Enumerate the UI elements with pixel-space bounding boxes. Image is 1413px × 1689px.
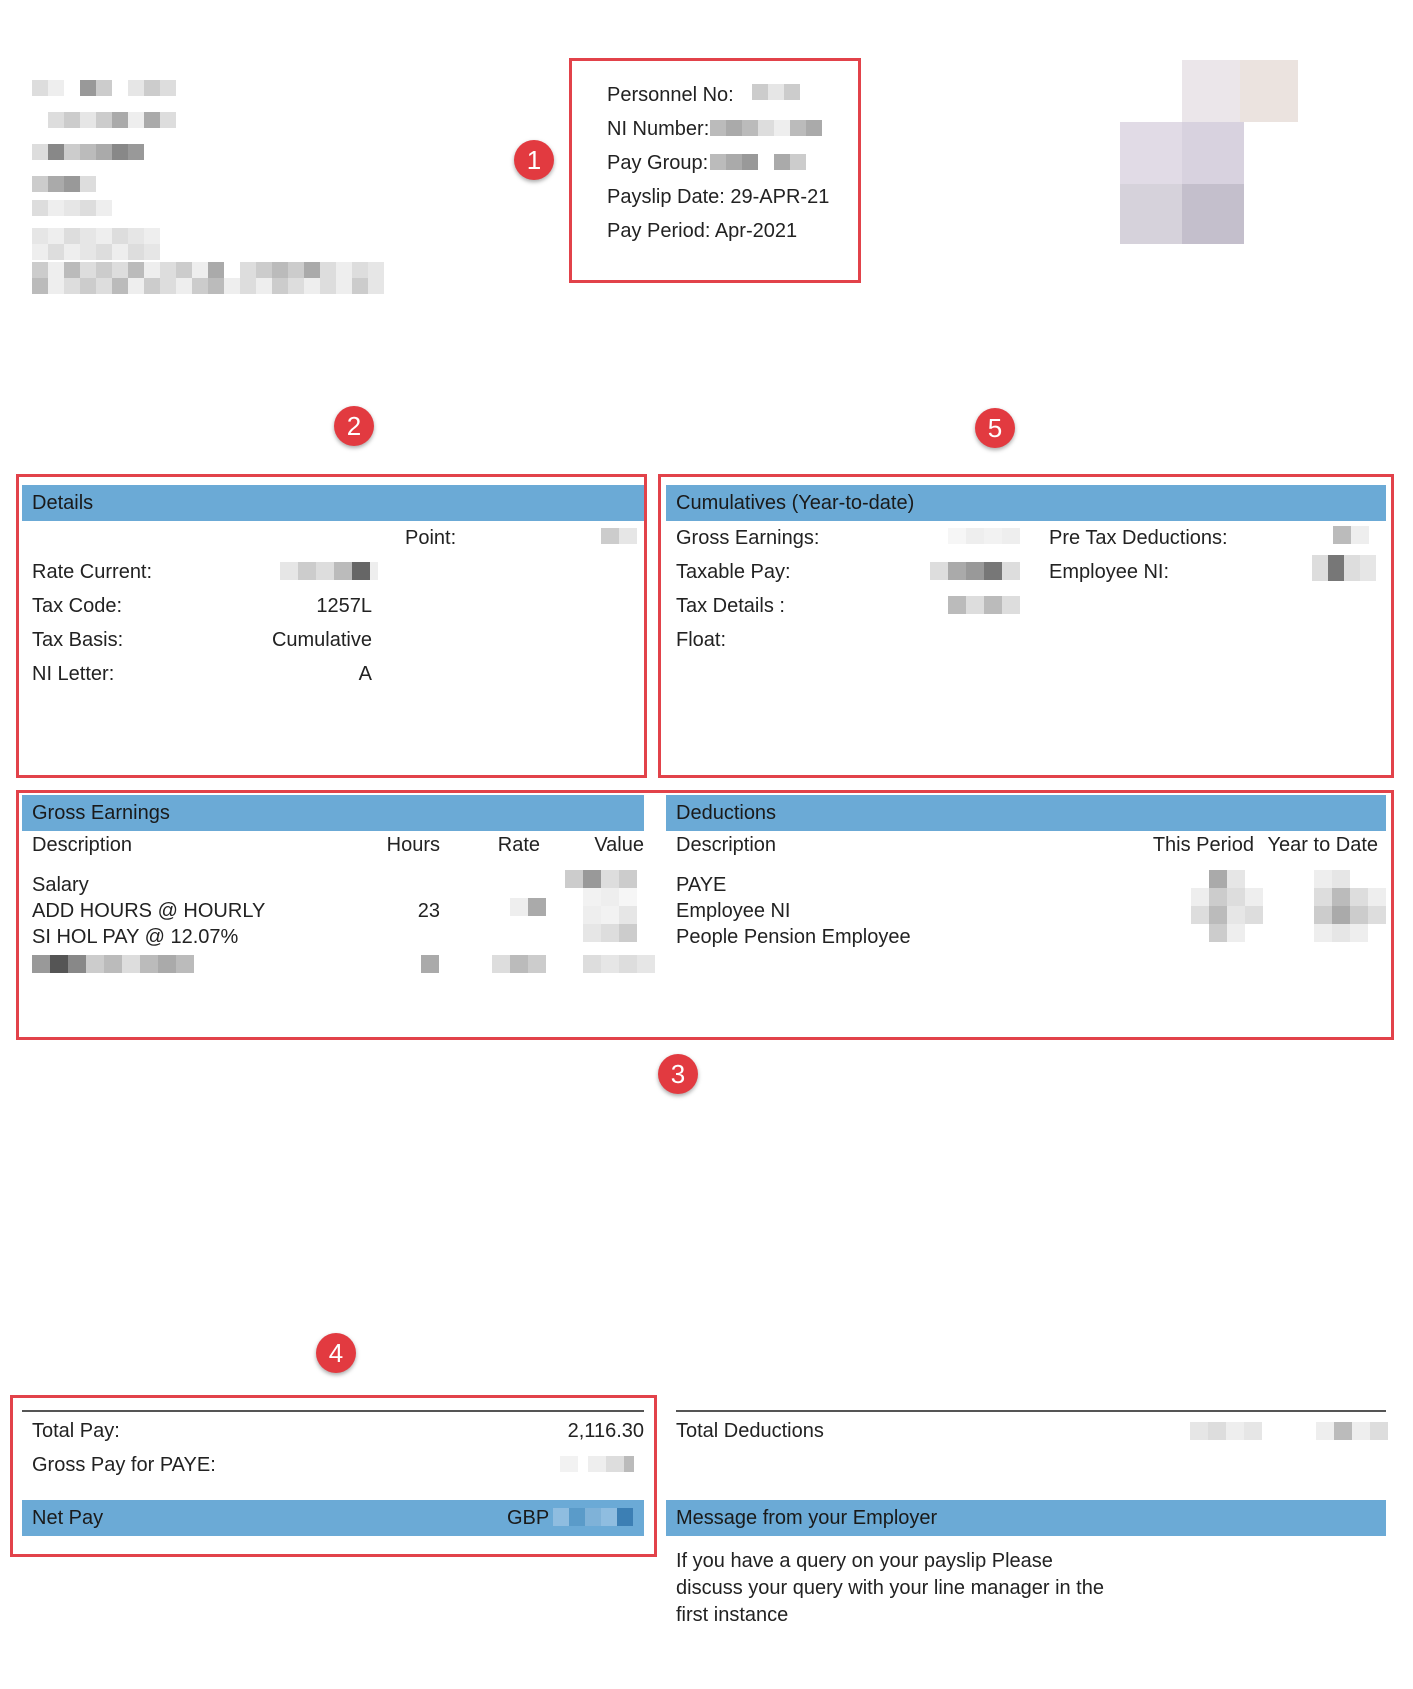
cum-employee-ni-redacted [1312, 555, 1376, 581]
pay-group-redacted [710, 154, 806, 170]
personnel-no-redacted [752, 84, 800, 100]
deductions-col-year-to-date: Year to Date [1267, 834, 1378, 856]
earnings-row-si-hol-pay: SI HOL PAY @ 12.07% [32, 926, 239, 948]
rate-current-label: Rate Current: [32, 561, 153, 583]
callout-badge-1: 1 [514, 140, 554, 180]
callout-badge-3: 3 [658, 1054, 698, 1094]
cum-tax-details-redacted [948, 596, 1020, 614]
total-pay-label: Total Pay: [32, 1420, 120, 1442]
deductions-year-to-date-redacted [1314, 870, 1386, 942]
cum-pre-tax-label: Pre Tax Deductions: [1049, 527, 1228, 549]
gross-earnings-header: Gross Earnings [22, 795, 644, 831]
cum-gross-earnings-redacted [948, 528, 1020, 544]
cum-float-label: Float: [676, 629, 727, 651]
earnings-col-hours: Hours [386, 834, 440, 856]
gross-pay-paye-label: Gross Pay for PAYE: [32, 1454, 216, 1476]
deductions-col-this-period: This Period [1152, 834, 1254, 856]
total-deductions-label: Total Deductions [676, 1420, 824, 1442]
earnings-col-description: Description [32, 834, 133, 856]
net-pay-bar: Net Pay GBP [22, 1500, 644, 1536]
message-header: Message from your Employer [666, 1500, 1386, 1536]
deductions-row-employee-ni: Employee NI [676, 900, 791, 922]
total-deductions-ytd-redacted [1316, 1422, 1388, 1440]
cum-pre-tax-redacted [1333, 526, 1369, 544]
cum-taxable-pay-redacted [930, 562, 1020, 580]
company-address-redacted [32, 80, 412, 300]
deductions-divider [676, 1410, 1386, 1412]
earnings-row-4-rate-redacted [492, 955, 546, 973]
ni-letter-value: A [358, 663, 372, 685]
deductions-row-people-pension: People Pension Employee [676, 926, 911, 948]
rate-current-redacted [280, 562, 378, 580]
gross-pay-paye-redacted [560, 1456, 634, 1472]
callout-badge-2: 2 [334, 406, 374, 446]
cum-employee-ni-label: Employee NI: [1049, 561, 1170, 583]
payslip-date: Payslip Date: 29-APR-21 [607, 186, 830, 208]
total-pay-value: 2,116.30 [567, 1420, 644, 1442]
earnings-col-value: Value [594, 834, 644, 856]
earnings-row-add-hours-hours: 23 [417, 900, 440, 922]
tax-basis-label: Tax Basis: [32, 629, 124, 651]
earnings-row-4-description-redacted [32, 955, 194, 973]
ni-number-label: NI Number: [607, 118, 710, 140]
message-body: If you have a query on your payslip Plea… [676, 1550, 1104, 1626]
ni-number-redacted [710, 120, 822, 136]
net-pay-currency: GBP [507, 1507, 550, 1529]
company-logo-redacted [1120, 60, 1300, 245]
total-deductions-this-period-redacted [1190, 1422, 1262, 1440]
pay-group-label: Pay Group: [607, 152, 709, 174]
point-label: Point: [405, 527, 457, 549]
earnings-rate-redacted [510, 898, 546, 916]
tax-code-value: 1257L [316, 595, 372, 617]
cum-gross-earnings-label: Gross Earnings: [676, 527, 820, 549]
details-header: Details [22, 485, 644, 521]
point-redacted [601, 528, 637, 544]
net-pay-value-redacted [553, 1508, 633, 1526]
earnings-row-4-hours-redacted [421, 955, 439, 973]
earnings-col-rate: Rate [497, 834, 540, 856]
earnings-value-redacted [565, 870, 655, 974]
earnings-row-salary: Salary [32, 874, 89, 896]
earnings-row-add-hours: ADD HOURS @ HOURLY [32, 900, 266, 922]
net-pay-label: Net Pay [32, 1507, 104, 1529]
deductions-row-paye: PAYE [676, 874, 727, 896]
personnel-no-label: Personnel No: [607, 84, 734, 106]
deductions-this-period-redacted [1191, 870, 1263, 942]
deductions-col-description: Description [676, 834, 777, 856]
tax-basis-value: Cumulative [271, 629, 372, 651]
tax-code-label: Tax Code: [32, 595, 123, 617]
ni-letter-label: NI Letter: [32, 663, 115, 685]
cumulatives-header: Cumulatives (Year-to-date) [666, 485, 1386, 521]
pay-period: Pay Period: Apr-2021 [607, 220, 798, 242]
callout-badge-5: 5 [975, 408, 1015, 448]
totals-divider [22, 1410, 644, 1412]
cum-tax-details-label: Tax Details : [676, 595, 785, 617]
cum-taxable-pay-label: Taxable Pay: [676, 561, 791, 583]
deductions-header: Deductions [666, 795, 1386, 831]
callout-badge-4: 4 [316, 1333, 356, 1373]
